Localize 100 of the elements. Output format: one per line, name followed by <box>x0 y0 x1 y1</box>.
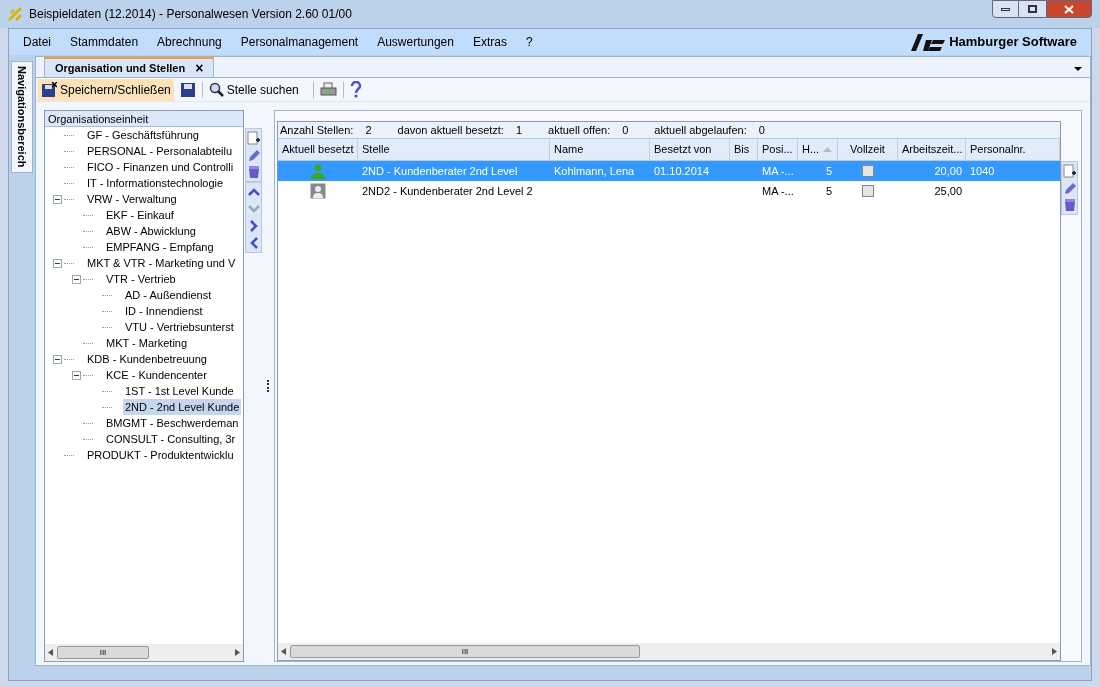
column-header[interactable]: Aktuell besetzt <box>278 139 358 160</box>
tree-item[interactable]: AD - Außendienst <box>123 286 214 304</box>
summary-value: 0 <box>758 122 765 138</box>
tree-item[interactable]: FICO - Finanzen und Controlli <box>85 158 236 176</box>
close-button[interactable] <box>1046 0 1092 18</box>
tree-item[interactable]: 1ST - 1st Level Kunde <box>123 382 236 400</box>
table-cell-text: 5 <box>824 183 833 199</box>
menu-item[interactable]: ? <box>525 33 533 51</box>
column-header[interactable]: Arbeitszeit... <box>898 139 966 160</box>
person-icon <box>310 183 326 199</box>
menu-item[interactable]: Auswertungen <box>377 33 454 51</box>
tree-toggle-icon[interactable] <box>72 370 81 380</box>
printer-icon[interactable] <box>319 81 337 98</box>
summary-label: davon aktuell besetzt: <box>397 122 504 138</box>
table-cell-text: 2ND2 - Kundenberater 2nd Level 2 <box>361 183 534 199</box>
summary-value: 2 <box>365 122 372 138</box>
document-tab[interactable]: Organisation und Stellen × <box>44 57 215 77</box>
scroll-left-icon[interactable] <box>48 649 53 656</box>
tree-item[interactable]: KDB - Kundenbetreuung <box>85 350 209 368</box>
dropdown-caret-icon[interactable] <box>1074 67 1082 71</box>
scroll-right-icon[interactable] <box>235 649 240 656</box>
brand-name: Hamburger Software <box>949 33 1077 52</box>
tree-item[interactable]: CONSULT - Consulting, 3r <box>104 430 238 448</box>
summary-label: Anzahl Stellen: <box>280 122 354 138</box>
scroll-left-icon[interactable] <box>281 648 286 655</box>
tree-item[interactable]: KCE - Kundencenter <box>104 366 209 384</box>
tree-item[interactable]: 2ND - 2nd Level Kunde <box>123 398 242 416</box>
pencil-icon[interactable] <box>247 148 260 162</box>
column-header[interactable]: H... <box>798 139 838 160</box>
tree-item[interactable]: PERSONAL - Personalabteilu <box>85 142 235 160</box>
menu-item[interactable]: Datei <box>23 33 51 51</box>
help-icon[interactable] <box>349 81 362 98</box>
window-title: Beispieldaten (12.2014) - Personalwesen Version 2.60 01/00 <box>29 6 352 23</box>
new-document-icon[interactable] <box>1063 164 1076 178</box>
summary-value: 0 <box>622 122 629 138</box>
tree-item[interactable]: MKT - Marketing <box>104 334 190 352</box>
summary-label: aktuell offen: <box>548 122 611 138</box>
summary-label: aktuell abgelaufen: <box>654 122 747 138</box>
search-icon <box>208 82 224 97</box>
tree-item[interactable]: VTU - Vertriebsunterst <box>123 318 236 336</box>
column-header[interactable]: Vollzeit <box>838 139 898 160</box>
minimize-button[interactable] <box>992 0 1019 18</box>
chevron-right-icon[interactable] <box>247 219 260 233</box>
table-cell-text: 2ND - Kundenberater 2nd Level <box>361 163 519 179</box>
tree-item[interactable]: VRW - Verwaltung <box>85 190 179 208</box>
column-header: Organisationseinheit <box>45 111 243 127</box>
horizontal-scrollbar[interactable]: III <box>278 643 1060 660</box>
checkbox[interactable] <box>862 185 874 197</box>
scroll-right-icon[interactable] <box>1052 648 1057 655</box>
new-document-icon[interactable] <box>247 131 260 145</box>
menu-item[interactable]: Stammdaten <box>70 33 139 51</box>
tree-toggle-icon[interactable] <box>72 274 81 284</box>
pencil-icon[interactable] <box>1063 181 1076 195</box>
menu-item[interactable]: Abrechnung <box>157 33 222 51</box>
table-cell-text: MA -... <box>761 183 795 199</box>
save-close-button[interactable]: Speichern/Schließen <box>38 78 174 101</box>
column-header[interactable]: Stelle <box>358 139 550 160</box>
table-cell-text: 1040 <box>969 163 996 179</box>
column-header[interactable]: Besetzt von <box>650 139 730 160</box>
table-row[interactable]: 2ND2 - Kundenberater 2nd Level 2 MA -... 5 25,00 <box>278 181 1060 201</box>
tree-item[interactable]: ID - Innendienst <box>123 302 205 320</box>
column-header[interactable]: Bis <box>730 139 758 160</box>
tree-item[interactable]: IT - Informationstechnologie <box>85 174 226 192</box>
column-header[interactable]: Posi... <box>758 139 798 160</box>
tree-toggle-icon[interactable] <box>53 354 62 364</box>
navigation-panel-tab[interactable]: Navigationsbereich <box>11 61 33 173</box>
menu-item[interactable]: Personalmanagement <box>240 33 359 51</box>
tree-item[interactable]: GF - Geschäftsführung <box>85 127 201 144</box>
table-cell-text: 5 <box>824 163 833 179</box>
tree-item[interactable]: BMGMT - Beschwerdeman <box>104 414 241 432</box>
tree-item[interactable]: ABW - Abwicklung <box>104 222 198 240</box>
table-cell-text: MA -... <box>761 163 795 179</box>
close-tab-button[interactable]: × <box>195 57 204 79</box>
tree-item[interactable]: EKF - Einkauf <box>104 206 176 224</box>
tree-toggle-icon[interactable] <box>53 258 62 268</box>
summary-value: 1 <box>515 122 523 138</box>
table-cell-text: 01.10.2014 <box>653 163 711 179</box>
horizontal-scrollbar[interactable]: III <box>45 644 243 661</box>
table-cell-text: 25,00 <box>933 183 963 199</box>
close-icon <box>1064 4 1074 14</box>
search-position-button[interactable]: Stelle suchen <box>208 80 299 99</box>
floppy-close-icon <box>41 81 57 98</box>
table-cell-text: Kohlmann, Lena <box>553 163 636 179</box>
brand-logo-icon <box>911 33 946 51</box>
tree-item[interactable]: EMPFANG - Empfang <box>104 238 216 256</box>
sort-ascending-icon <box>823 147 833 152</box>
trash-icon[interactable] <box>247 165 260 179</box>
tree-item[interactable]: MKT & VTR - Marketing und V <box>85 254 238 272</box>
table-cell-text: 20,00 <box>933 163 963 179</box>
tree-item[interactable]: VTR - Vertrieb <box>104 270 178 288</box>
app-logo-icon <box>8 7 22 21</box>
trash-icon[interactable] <box>1063 198 1076 212</box>
tree-item[interactable]: PRODUKT - Produktentwicklu <box>85 446 236 464</box>
column-header[interactable]: Name <box>550 139 650 160</box>
person-icon <box>310 163 326 179</box>
menu-item[interactable]: Extras <box>472 33 507 51</box>
tree-toggle-icon[interactable] <box>53 194 62 204</box>
column-header[interactable]: Personalnr. <box>966 139 1060 160</box>
maximize-button[interactable] <box>1019 0 1046 18</box>
checkbox[interactable] <box>862 165 874 177</box>
